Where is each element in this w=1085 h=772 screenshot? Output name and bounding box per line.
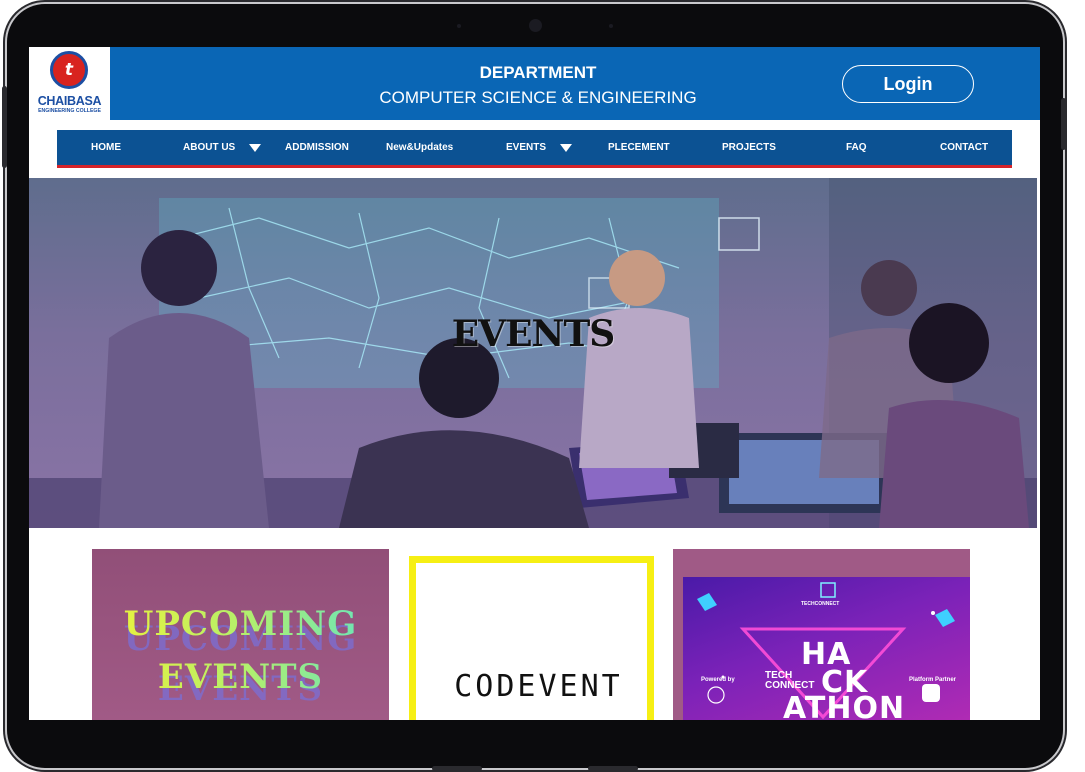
hackathon-poster: TECHCONNECT HA CK ATHON TECH CONNECT Pow… (683, 577, 970, 720)
hackathon-center-tag: TECH CONNECT (765, 670, 815, 691)
nav-item-events[interactable]: EVENTS (506, 130, 573, 165)
front-camera (529, 19, 542, 32)
sensor-left (457, 24, 461, 28)
nav-item-home[interactable]: HOME (91, 130, 121, 165)
department-subtitle: COMPUTER SCIENCE & ENGINEERING (379, 88, 697, 107)
nav-label: PLECEMENT (608, 142, 670, 153)
nav-label: ADDMISSION (285, 142, 349, 153)
nav-item-plecement[interactable]: PLECEMENT (608, 130, 670, 165)
hero-title: EVENTS (451, 313, 616, 355)
nav-label: CONTACT (940, 142, 989, 153)
hackathon-brand: TECHCONNECT (801, 601, 840, 607)
side-button-right (1061, 98, 1066, 150)
main-nav: HOME ABOUT US ADDMISSION New&Updates EVE… (57, 130, 1012, 168)
codevent-frame: CODEVENT (409, 556, 654, 720)
login-button[interactable]: Login (842, 65, 974, 103)
upcoming-line1: UPCOMING (92, 604, 389, 644)
caret-down-icon (249, 143, 262, 152)
hackathon-right-tag: Platform Partner (909, 677, 957, 683)
bottom-button-right (588, 766, 638, 771)
upcoming-events-card[interactable]: UPCOMING UPCOMING EVENTS EVENTS (92, 549, 389, 720)
nav-label: FAQ (846, 142, 867, 153)
upcoming-line2: EVENTS (92, 657, 389, 697)
side-button-left (2, 86, 7, 168)
bottom-button-left (432, 766, 482, 771)
nav-item-faq[interactable]: FAQ (846, 130, 867, 165)
nav-label: PROJECTS (722, 142, 776, 153)
hackathon-card[interactable]: TECHCONNECT HA CK ATHON TECH CONNECT Pow… (673, 549, 970, 720)
hackathon-left-tag: Powered by (701, 677, 735, 683)
nav-label: HOME (91, 142, 121, 153)
nav-label: ABOUT US (183, 142, 236, 153)
nav-label: EVENTS (506, 142, 547, 153)
events-hero-banner: EVENTS (29, 178, 1037, 528)
nav-item-about-us[interactable]: ABOUT US (183, 130, 262, 165)
logo-emblem-icon: t (50, 51, 88, 89)
nav-item-contact[interactable]: CONTACT (940, 130, 988, 165)
logo-subtitle: ENGINEERING COLLEGE (38, 108, 101, 114)
caret-down-icon (560, 143, 573, 152)
nav-label: New&Updates (386, 142, 454, 153)
codevent-card[interactable]: CODEVENT (391, 549, 672, 720)
department-title: DEPARTMENT (479, 63, 597, 82)
nav-item-addmission[interactable]: ADDMISSION (285, 130, 349, 165)
hackathon-line3: ATHON (783, 691, 906, 720)
nav-item-news-updates[interactable]: New&Updates (386, 130, 453, 165)
logo-name: CHAIBASA (37, 94, 102, 108)
codevent-title: CODEVENT (454, 669, 623, 704)
nav-item-projects[interactable]: PROJECTS (722, 130, 776, 165)
college-logo[interactable]: t CHAIBASA ENGINEERING COLLEGE (29, 47, 110, 120)
sensor-right (609, 24, 613, 28)
screen: t CHAIBASA ENGINEERING COLLEGE DEPARTMEN… (29, 47, 1040, 720)
site-header: t CHAIBASA ENGINEERING COLLEGE DEPARTMEN… (29, 47, 1040, 120)
